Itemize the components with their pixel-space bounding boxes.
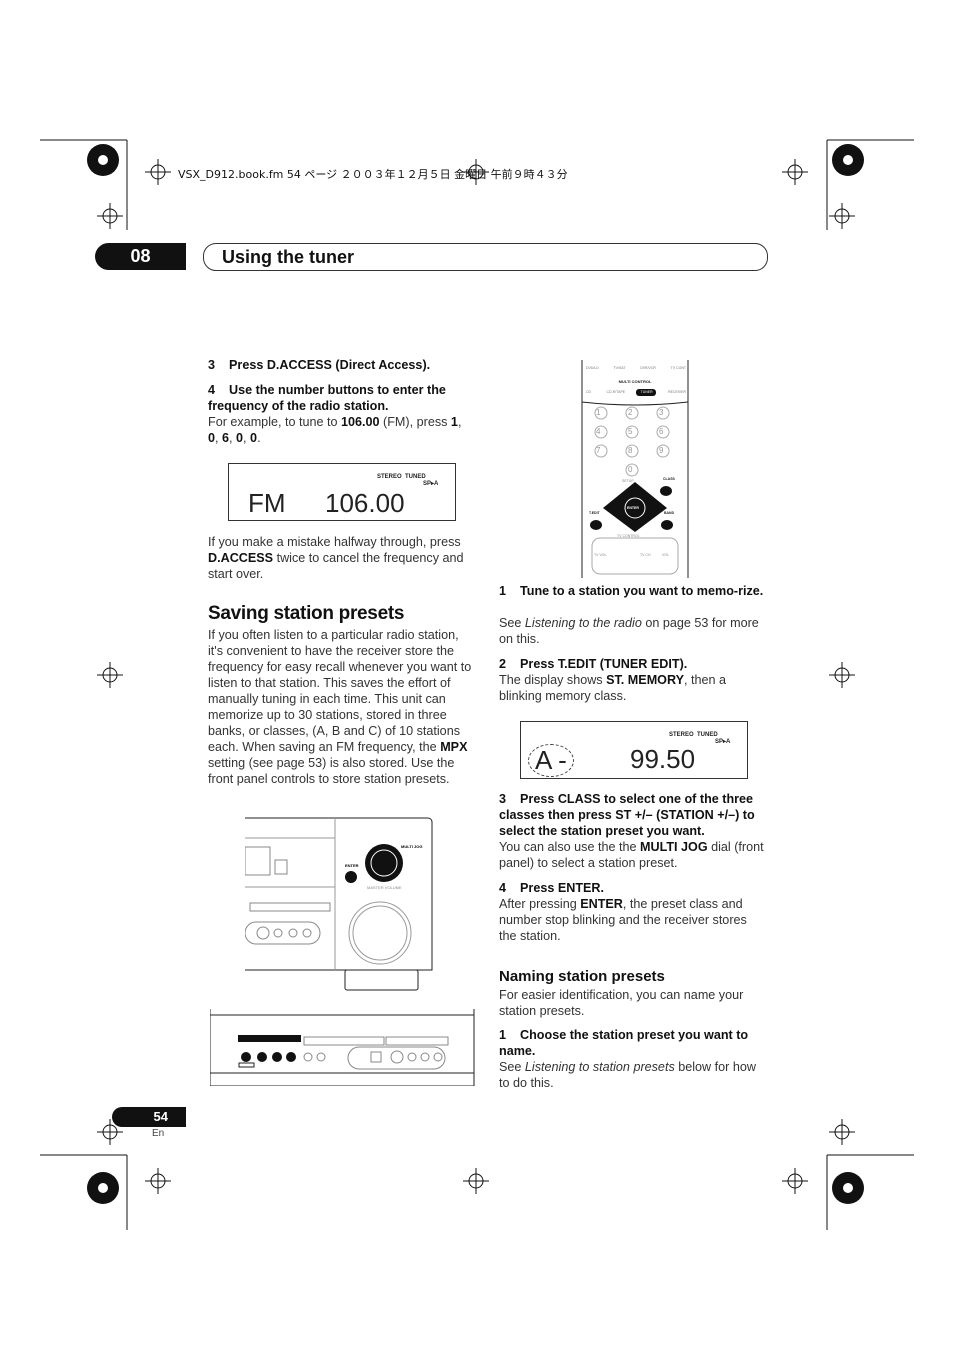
key-2: 2 xyxy=(628,408,633,417)
language-label: En xyxy=(152,1128,165,1139)
speaker-indicator: SP▸A xyxy=(423,481,439,487)
frequency-readout: 106.00 xyxy=(325,488,405,518)
band-label: BAND xyxy=(664,511,675,515)
key-9: 9 xyxy=(659,446,664,455)
speaker-indicator: SP▸A xyxy=(715,739,731,745)
key-7: 7 xyxy=(596,446,601,455)
enter-label: ENTER xyxy=(345,863,359,868)
key-5: 5 xyxy=(628,427,633,436)
multi-jog-label: MULTI JOG xyxy=(401,844,422,849)
tedit-label: T.EDIT xyxy=(589,511,600,515)
right-step-3-heading: 3 Press CLASS to select one of the three … xyxy=(499,792,755,838)
chapter-title-bar: Using the tuner xyxy=(203,243,768,271)
key-3: 3 xyxy=(659,408,664,417)
chapter-number: 08 xyxy=(130,246,151,266)
right-step-3-text: You can also use the the MULTI JOG dial … xyxy=(499,840,764,870)
right-step-4-heading: 4 Press ENTER. xyxy=(499,881,605,895)
chapter-badge: 08 xyxy=(95,243,186,270)
front-panel-illustration: MULTI JOG ENTER MASTER VOLUME xyxy=(245,817,433,991)
tv-vol-label: TV VOL xyxy=(594,553,607,557)
page-title: Using the tuner xyxy=(222,247,355,267)
step-4-heading: 4 Use the number buttons to enter the fre… xyxy=(208,383,446,413)
example-text: For example, to tune to 106.00 (FM), pre… xyxy=(208,415,462,445)
key-0: 0 xyxy=(628,465,633,474)
naming-step-1-heading: 1 Choose the station preset you want to n… xyxy=(499,1028,749,1058)
file-info-line: VSX_D912.book.fm 54 ページ ２００３年１２月５日 金曜日 午… xyxy=(178,168,568,181)
right-step-1-heading: 1 Tune to a station you want to memo-rize… xyxy=(499,584,764,598)
fm-display: STEREO TUNED SP▸A FM 106.00 xyxy=(228,463,456,521)
setup-label: SETUP xyxy=(622,479,634,483)
remote-dvr-button: DVR/VCR xyxy=(640,366,656,370)
enter-label: ENTER xyxy=(627,506,639,510)
front-panel-detail-illustration xyxy=(210,1009,475,1086)
multi-control-label: MULTI CONTROL xyxy=(618,379,652,384)
blinking-class-readout: A - xyxy=(528,744,574,777)
page-number: 54 xyxy=(153,1109,168,1124)
manual-page: VSX_D912.book.fm 54 ページ ２００３年１２月５日 金曜日 午… xyxy=(0,0,954,1351)
tv-control-label: TV CONTROL xyxy=(617,534,640,538)
stereo-indicator: STEREO xyxy=(669,732,694,738)
master-volume-label: MASTER VOLUME xyxy=(367,885,402,890)
remote-dvd-button: DVD/LD xyxy=(586,366,599,370)
key-4: 4 xyxy=(596,427,601,436)
mistake-text: If you make a mistake halfway through, p… xyxy=(208,535,464,581)
key-1: 1 xyxy=(596,408,601,417)
section-title-naming: Naming station presets xyxy=(499,968,665,985)
saving-text: If you often listen to a particular radi… xyxy=(208,628,472,786)
remote-tvcont-button: TV CONT xyxy=(670,366,686,370)
right-step-4-text: After pressing ENTER, the preset class a… xyxy=(499,897,747,943)
remote-tuner-button: TUNER xyxy=(640,390,653,394)
remote-receiver-button: RECEIVER xyxy=(668,390,686,394)
right-step-1-text: See Listening to the radio on page 53 fo… xyxy=(499,616,759,646)
naming-text: For easier identification, you can name … xyxy=(499,988,744,1018)
class-label: CLASS xyxy=(663,477,675,481)
memory-display: STEREO TUNED SP▸A A - 99.50 xyxy=(520,721,748,779)
remote-control-illustration: DVD/LD TV/SAT DVR/VCR TV CONT MULTI CONTROL… xyxy=(580,360,690,578)
right-step-2-text: The display shows ST. MEMORY, then a bli… xyxy=(499,673,727,703)
tv-ch-label: TV CH xyxy=(640,553,651,557)
vol-label: VOL xyxy=(662,553,670,557)
step-3-heading: 3 Press D.ACCESS (Direct Access). xyxy=(208,358,431,372)
page-number-badge: 54 xyxy=(112,1107,186,1127)
remote-cd-button: CD xyxy=(586,390,592,394)
key-6: 6 xyxy=(659,427,664,436)
crop-marks xyxy=(40,139,914,1230)
frequency-readout: 99.50 xyxy=(630,744,696,774)
stereo-indicator: STEREO xyxy=(377,474,402,480)
section-title-saving: Saving station presets xyxy=(208,603,405,624)
remote-tvsat-button: TV/SAT xyxy=(613,366,626,370)
remote-cdr-button: CD-R/TAPE xyxy=(606,390,626,394)
right-step-2-heading: 2 Press T.EDIT (TUNER EDIT). xyxy=(499,657,688,671)
key-8: 8 xyxy=(628,446,633,455)
band-readout: FM xyxy=(248,488,286,518)
naming-step-1-text: See Listening to station presets below f… xyxy=(499,1060,756,1090)
